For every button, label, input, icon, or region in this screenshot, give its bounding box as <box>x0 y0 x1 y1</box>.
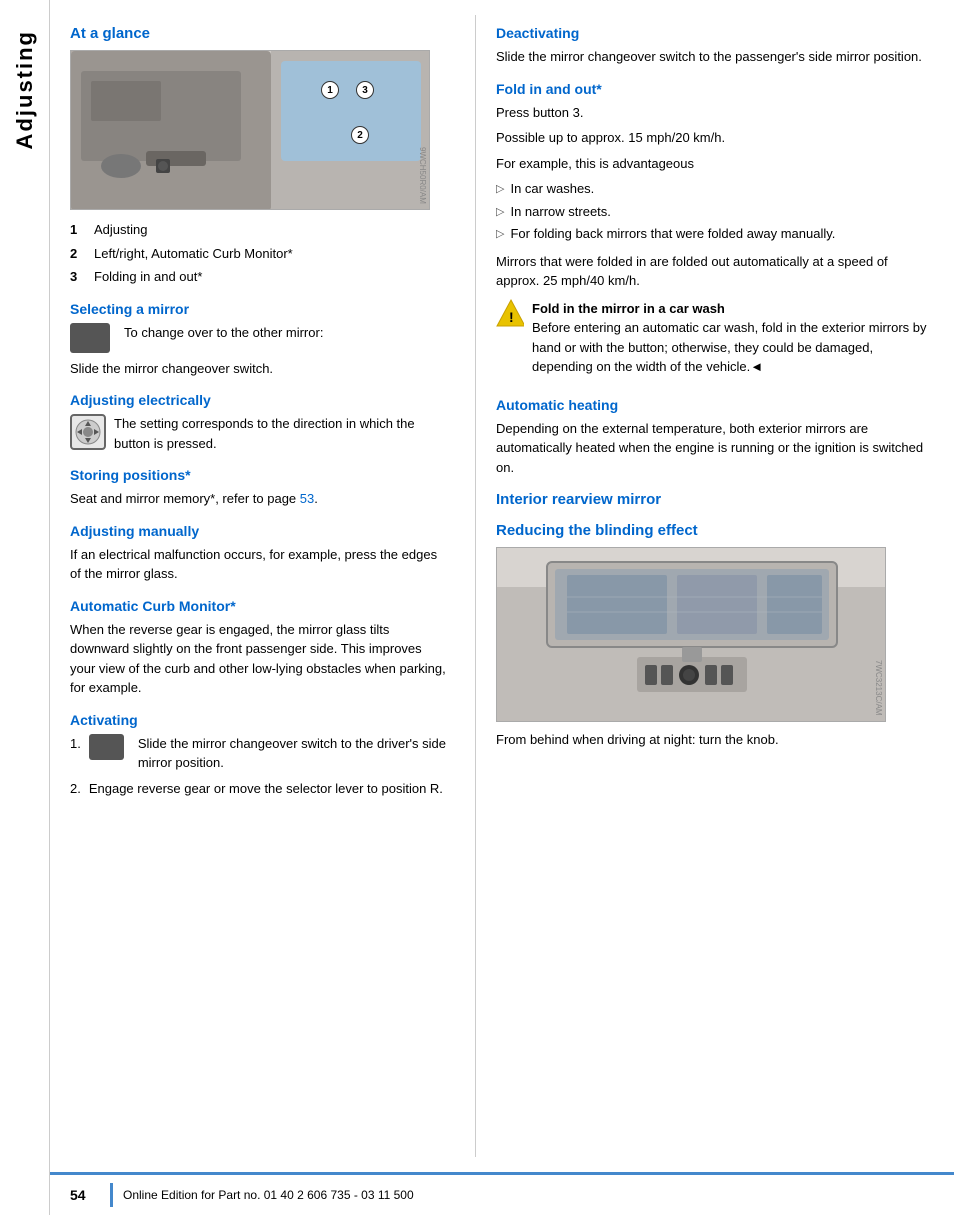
mirror-switch-icon <box>70 323 110 353</box>
fold-body4: Mirrors that were folded in are folded o… <box>496 252 934 291</box>
bullet-item-3: ▷ For folding back mirrors that were fol… <box>496 224 934 244</box>
deactivating-body: Slide the mirror changeover switch to th… <box>496 47 934 67</box>
selecting-mirror-icon-text: To change over to the other mirror: <box>124 323 323 343</box>
selecting-mirror-body: Slide the mirror changeover switch. <box>70 359 450 379</box>
storing-positions-body: Seat and mirror memory*, refer to page 5… <box>70 489 450 509</box>
adjusting-manually-body: If an electrical malfunction occurs, for… <box>70 545 450 584</box>
section-curb-monitor-title: Automatic Curb Monitor* <box>70 598 450 614</box>
warning-body: Fold in the mirror in a car wash Before … <box>532 299 934 377</box>
item-text: Adjusting <box>94 220 147 240</box>
step-2-text: Engage reverse gear or move the selector… <box>89 779 443 799</box>
section-activating-title: Activating <box>70 712 450 728</box>
step-item-2: 2. Engage reverse gear or move the selec… <box>70 779 450 799</box>
step-num-1: 1. <box>70 734 81 754</box>
warning-title: Fold in the mirror in a car wash <box>532 301 725 316</box>
top-image: 1 2 3 9WCH50R0/AM <box>70 50 430 210</box>
section-adjusting-electrically-title: Adjusting electrically <box>70 392 450 408</box>
bullet-arrow: ▷ <box>496 181 504 199</box>
footer: 54 Online Edition for Part no. 01 40 2 6… <box>50 1172 954 1215</box>
columns: At a glance <box>50 0 954 1172</box>
top-image-watermark: 9WCH50R0/AM <box>418 147 427 204</box>
storing-positions-link[interactable]: 53 <box>300 491 314 506</box>
steps-list: 1. Slide the mirror changeover switch to… <box>70 734 450 799</box>
numbered-list: 1 Adjusting 2 Left/right, Automatic Curb… <box>70 220 450 287</box>
badge-2: 2 <box>351 126 369 144</box>
section-deactivating-title: Deactivating <box>496 25 934 41</box>
adjusting-electrically-content: The setting corresponds to the direction… <box>70 414 450 453</box>
section-storing-positions-title: Storing positions* <box>70 467 450 483</box>
list-item: 3 Folding in and out* <box>70 267 450 287</box>
footer-text: Online Edition for Part no. 01 40 2 606 … <box>123 1188 414 1202</box>
curb-monitor-body: When the reverse gear is engaged, the mi… <box>70 620 450 698</box>
bullet-item-2: ▷ In narrow streets. <box>496 202 934 222</box>
item-text: Folding in and out* <box>94 267 202 287</box>
sidebar: Adjusting <box>0 0 50 1215</box>
auto-heating-body: Depending on the external temperature, b… <box>496 419 934 478</box>
svg-text:!: ! <box>509 309 514 325</box>
bullet-arrow: ▷ <box>496 226 504 244</box>
bullet-arrow: ▷ <box>496 204 504 222</box>
footer-page-number: 54 <box>70 1187 100 1203</box>
right-column: Deactivating Slide the mirror changeover… <box>481 15 954 1157</box>
list-item: 1 Adjusting <box>70 220 450 240</box>
section-interior-mirror-title: Interior rearview mirror <box>496 491 934 508</box>
step-1-icon <box>89 734 124 760</box>
car-interior-illustration: 1 2 3 <box>71 51 429 209</box>
adjust-button-icon <box>70 414 106 450</box>
section-auto-heating-title: Automatic heating <box>496 397 934 413</box>
bullet-item-1: ▷ In car washes. <box>496 179 934 199</box>
main-content: At a glance <box>50 0 954 1215</box>
warning-box: ! Fold in the mirror in a car wash Befor… <box>496 299 934 383</box>
step-item-1: 1. Slide the mirror changeover switch to… <box>70 734 450 773</box>
bottom-image-watermark: 7WC3213C/AM <box>874 660 883 716</box>
item-num: 2 <box>70 244 86 264</box>
section-adjusting-manually-title: Adjusting manually <box>70 523 450 539</box>
reducing-body: From behind when driving at night: turn … <box>496 730 934 750</box>
warning-icon: ! <box>496 299 524 327</box>
page-wrapper: Adjusting At a glance <box>0 0 954 1215</box>
selecting-mirror-content: To change over to the other mirror: <box>70 323 450 353</box>
section-reducing-title: Reducing the blinding effect <box>496 522 934 539</box>
item-num: 3 <box>70 267 86 287</box>
item-num: 1 <box>70 220 86 240</box>
step-1-text: Slide the mirror changeover switch to th… <box>138 734 450 773</box>
column-divider <box>475 15 476 1157</box>
badge-1: 1 <box>321 81 339 99</box>
adjusting-electrically-body: The setting corresponds to the direction… <box>114 414 450 453</box>
left-column: At a glance <box>50 15 470 1157</box>
fold-bullet-list: ▷ In car washes. ▷ In narrow streets. ▷ … <box>496 179 934 244</box>
step-num-2: 2. <box>70 779 81 799</box>
fold-body3: For example, this is advantageous <box>496 154 934 174</box>
sidebar-label: Adjusting <box>12 30 38 149</box>
badge-3: 3 <box>356 81 374 99</box>
footer-divider <box>110 1183 113 1207</box>
warning-text: Before entering an automatic car wash, f… <box>532 320 927 374</box>
section-fold-title: Fold in and out* <box>496 81 934 97</box>
fold-body1: Press button 3. <box>496 103 934 123</box>
list-item: 2 Left/right, Automatic Curb Monitor* <box>70 244 450 264</box>
page-main-title: At a glance <box>70 25 450 42</box>
fold-body2: Possible up to approx. 15 mph/20 km/h. <box>496 128 934 148</box>
item-text: Left/right, Automatic Curb Monitor* <box>94 244 293 264</box>
section-selecting-mirror-title: Selecting a mirror <box>70 301 450 317</box>
rearview-mirror-image: 7WC3213C/AM <box>496 547 886 722</box>
